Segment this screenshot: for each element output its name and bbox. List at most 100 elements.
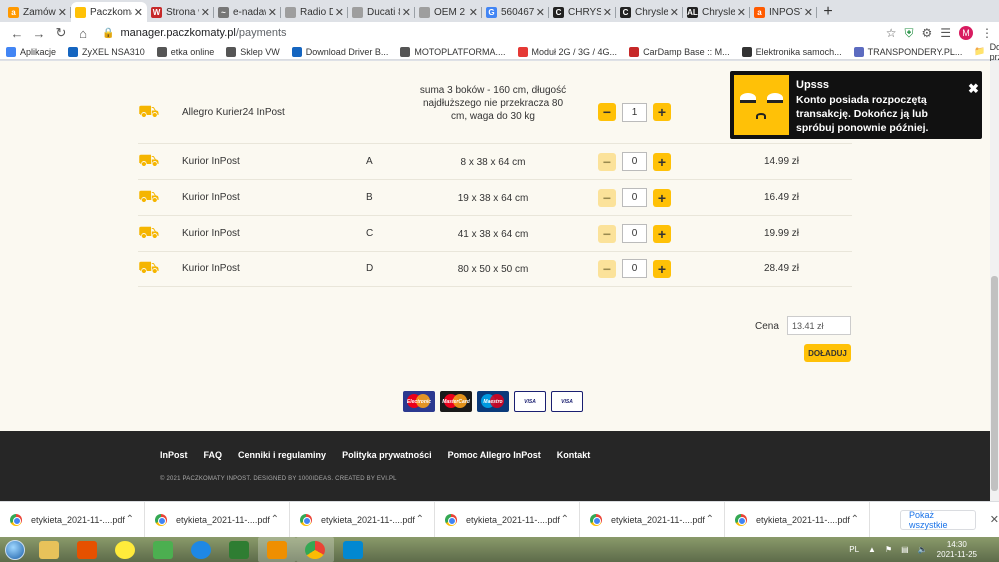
other-bookmarks[interactable]: 📁 Do przeczytania: [974, 42, 999, 62]
outlook-icon[interactable]: [258, 537, 296, 562]
profile-avatar[interactable]: M: [959, 26, 973, 40]
close-icon[interactable]: ✕: [201, 6, 210, 19]
chevron-up-icon[interactable]: ⌃: [851, 514, 859, 525]
bookmark-item[interactable]: Aplikacje: [6, 46, 56, 57]
download-item[interactable]: etykieta_2021-11-....pdf ⌃: [580, 501, 725, 538]
decrement-button[interactable]: −: [598, 188, 616, 207]
chevron-up-icon[interactable]: ⌃: [416, 514, 424, 525]
quantity-input[interactable]: 1: [622, 102, 647, 122]
chevron-up-icon[interactable]: ⌃: [126, 514, 134, 525]
menu-kebab-icon[interactable]: ⋮: [981, 26, 993, 40]
close-icon[interactable]: ✖: [968, 81, 979, 97]
quantity-input[interactable]: 0: [622, 152, 647, 171]
quantity-input[interactable]: 0: [622, 224, 647, 243]
close-icon[interactable]: ✕: [990, 513, 999, 526]
increment-button[interactable]: +: [653, 188, 671, 207]
footer-link[interactable]: Polityka prywatności: [342, 450, 432, 460]
download-item[interactable]: etykieta_2021-11-....pdf ⌃: [0, 501, 145, 538]
decrement-button[interactable]: −: [598, 224, 616, 243]
flag-icon[interactable]: ⚑: [885, 545, 892, 554]
decrement-button[interactable]: −: [598, 103, 616, 121]
back-icon[interactable]: ←: [6, 26, 28, 41]
start-button[interactable]: [0, 537, 30, 562]
close-icon[interactable]: ✕: [804, 6, 813, 19]
puzzle-extensions-icon[interactable]: ⚙: [921, 26, 932, 40]
footer-link[interactable]: Cenniki i regulaminy: [238, 450, 326, 460]
browser-tab[interactable]: a INPOST p✕: [750, 2, 817, 22]
close-icon[interactable]: ✕: [670, 6, 679, 19]
new-tab-plus-icon[interactable]: +: [817, 2, 839, 22]
topup-button[interactable]: DOŁADUJ: [804, 344, 851, 362]
page-scrollbar[interactable]: [990, 61, 999, 501]
close-icon[interactable]: ✕: [134, 6, 143, 19]
increment-button[interactable]: +: [653, 103, 671, 121]
increment-button[interactable]: +: [653, 259, 671, 278]
download-item[interactable]: etykieta_2021-11-....pdf ⌃: [725, 501, 870, 538]
quantity-input[interactable]: 0: [622, 259, 647, 278]
forward-icon[interactable]: →: [28, 26, 50, 41]
lock-icon[interactable]: 🔒: [102, 28, 114, 39]
decrement-button[interactable]: −: [598, 259, 616, 278]
shield-extension-icon[interactable]: ⛨: [904, 26, 913, 41]
increment-button[interactable]: +: [653, 152, 671, 171]
home-icon[interactable]: ⌂: [72, 26, 94, 41]
decrement-button[interactable]: −: [598, 152, 616, 171]
explorer-icon[interactable]: [30, 537, 68, 562]
bookmark-item[interactable]: TRANSPONDERY.PL...: [853, 46, 962, 57]
chevron-up-icon[interactable]: ⌃: [561, 514, 569, 525]
quantity-input[interactable]: 0: [622, 188, 647, 207]
browser-tab[interactable]: AL Chrysler✕: [683, 2, 750, 22]
bookmark-item[interactable]: etka online: [156, 46, 214, 57]
browser-tab[interactable]: Radio Dec✕: [281, 2, 348, 22]
bookmark-item[interactable]: CarDamp Base :: M...: [629, 46, 730, 57]
media-player-icon[interactable]: [68, 537, 106, 562]
bookmark-item[interactable]: Moduł 2G / 3G / 4G...: [517, 46, 617, 57]
show-all-downloads-button[interactable]: Pokaż wszystkie: [900, 509, 976, 530]
address-bar[interactable]: 🔒 manager.paczkomaty.pl/payments: [102, 24, 886, 42]
chrome-icon[interactable]: [296, 537, 334, 562]
browser-tab[interactable]: C CHRYSLEI✕: [549, 2, 616, 22]
browser-tab[interactable]: Ducati 82✕: [348, 2, 415, 22]
price-input[interactable]: 13.41 zł: [787, 316, 851, 335]
browser-tab[interactable]: G 56046710✕: [482, 2, 549, 22]
close-icon[interactable]: ✕: [402, 6, 411, 19]
close-icon[interactable]: ✕: [536, 6, 545, 19]
close-icon[interactable]: ✕: [268, 6, 277, 19]
bookmark-item[interactable]: Sklep VW: [226, 46, 280, 57]
close-icon[interactable]: ✕: [603, 6, 612, 19]
browser-tab[interactable]: OEM 2 Bu✕: [415, 2, 482, 22]
paint-icon[interactable]: [106, 537, 144, 562]
close-icon[interactable]: ✕: [335, 6, 344, 19]
network-icon[interactable]: ▤: [901, 545, 909, 554]
close-icon[interactable]: ✕: [737, 6, 746, 19]
browser-tab[interactable]: W Strona wy✕: [147, 2, 214, 22]
browser-tab[interactable]: Paczkoma✕: [71, 2, 147, 22]
download-item[interactable]: etykieta_2021-11-....pdf ⌃: [145, 501, 290, 538]
clock[interactable]: 14:30 2021-11-25: [937, 540, 977, 560]
footer-link[interactable]: Pomoc Allegro InPost: [448, 450, 541, 460]
download-item[interactable]: etykieta_2021-11-....pdf ⌃: [290, 501, 435, 538]
language-indicator[interactable]: PL: [849, 545, 859, 554]
close-icon[interactable]: ✕: [469, 6, 478, 19]
bookmark-item[interactable]: MOTOPLATFORMA....: [400, 46, 506, 57]
reading-list-icon[interactable]: ☰: [940, 26, 951, 40]
footer-link[interactable]: InPost: [160, 450, 188, 460]
download-item[interactable]: etykieta_2021-11-....pdf ⌃: [435, 501, 580, 538]
skype-icon[interactable]: [334, 537, 372, 562]
bookmark-item[interactable]: ZyXEL NSA310: [68, 46, 145, 57]
browser-tab[interactable]: C Chrysler✕: [616, 2, 683, 22]
tray-arrow-icon[interactable]: ▲: [868, 545, 876, 554]
chevron-up-icon[interactable]: ⌃: [271, 514, 279, 525]
edge-icon[interactable]: [182, 537, 220, 562]
footer-link[interactable]: FAQ: [204, 450, 223, 460]
reload-icon[interactable]: ↻: [50, 25, 72, 41]
footer-link[interactable]: Kontakt: [557, 450, 591, 460]
bookmark-item[interactable]: Elektronika samoch...: [741, 46, 842, 57]
star-icon[interactable]: ☆: [886, 26, 897, 40]
chevron-up-icon[interactable]: ⌃: [706, 514, 714, 525]
browser-tab[interactable]: a Zamówie✕: [4, 2, 71, 22]
chart-app-icon[interactable]: [220, 537, 258, 562]
browser-tab[interactable]: ~ e-nadawc✕: [214, 2, 281, 22]
increment-button[interactable]: +: [653, 224, 671, 243]
bookmark-item[interactable]: Download Driver B...: [291, 46, 388, 57]
